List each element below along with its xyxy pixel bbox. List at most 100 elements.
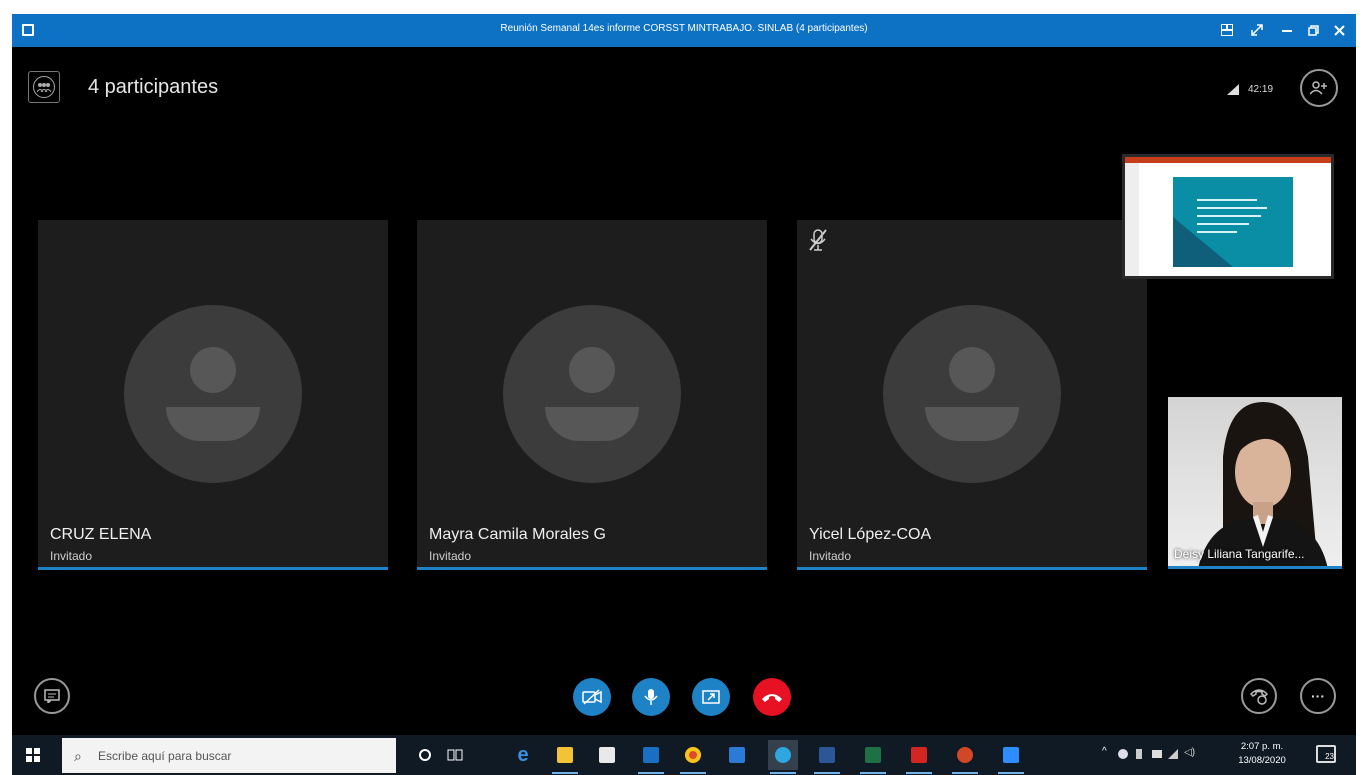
- acrobat-button[interactable]: [904, 740, 934, 774]
- minimize-icon: [1282, 30, 1292, 32]
- participant-name: Mayra Camila Morales G: [429, 526, 606, 543]
- volume-icon[interactable]: ◁): [1184, 747, 1195, 758]
- self-video-image: [1198, 402, 1328, 569]
- participant-role: Invitado: [50, 549, 93, 563]
- camera-off-icon: [582, 689, 602, 705]
- search-icon: ⌕: [74, 748, 82, 764]
- word-button[interactable]: [812, 740, 842, 774]
- microphone-icon: [644, 689, 658, 705]
- clock-date: 13/08/2020: [1238, 755, 1286, 766]
- slide-preview: [1173, 177, 1293, 267]
- powerpoint-icon: [957, 747, 973, 763]
- start-button[interactable]: [26, 748, 40, 762]
- share-content-button[interactable]: [692, 678, 730, 716]
- microphone-button[interactable]: [632, 678, 670, 716]
- task-view-button[interactable]: [440, 740, 470, 770]
- edge-button[interactable]: e: [508, 740, 538, 770]
- call-controls-button[interactable]: [1300, 69, 1338, 107]
- expand-icon: [1251, 24, 1263, 36]
- file-explorer-icon: [557, 747, 573, 763]
- self-name: Deisy Liliana Tangarife...: [1174, 547, 1305, 561]
- participants-button[interactable]: [28, 71, 60, 103]
- outlook-icon: [643, 747, 659, 763]
- chrome-icon: [685, 747, 701, 763]
- skype-meeting-window: Reunión Semanal 14es informe CORSST MINT…: [12, 14, 1356, 775]
- ellipsis-icon: ···: [1311, 688, 1325, 704]
- avatar-placeholder: [883, 305, 1061, 483]
- restore-icon: [1307, 24, 1319, 36]
- call-quality-icon: [1227, 84, 1239, 95]
- tile-underline: [797, 567, 1147, 570]
- cortana-button[interactable]: [410, 740, 440, 770]
- participants-count: 4 participantes: [88, 76, 219, 98]
- chat-icon: [44, 689, 60, 703]
- restore-button[interactable]: [1302, 19, 1324, 41]
- taskbar-clock[interactable]: 2:07 p. m. 13/08/2020: [1232, 740, 1292, 768]
- network-icon[interactable]: [1168, 749, 1178, 759]
- tile-underline: [38, 567, 388, 570]
- layout-button[interactable]: [1216, 19, 1238, 41]
- share-screen-icon: [702, 690, 720, 704]
- mail-icon: [729, 747, 745, 763]
- tray-overflow-icon[interactable]: ^: [1102, 746, 1112, 757]
- excel-button[interactable]: [858, 740, 888, 774]
- mic-muted-icon: [807, 228, 829, 252]
- avatar-placeholder: [124, 305, 302, 483]
- clock-time: 2:07 p. m.: [1240, 741, 1284, 752]
- participant-role: Invitado: [429, 549, 472, 563]
- chat-button[interactable]: [34, 678, 70, 714]
- tile-underline: [417, 567, 767, 570]
- phone-settings-icon: [1249, 689, 1269, 705]
- call-devices-button[interactable]: [1241, 678, 1277, 714]
- powerpoint-button[interactable]: [950, 740, 980, 774]
- skype-icon: [775, 747, 791, 763]
- mail-button[interactable]: [722, 740, 752, 770]
- store-icon: [599, 747, 615, 763]
- layout-icon: [1221, 24, 1233, 36]
- participant-tile[interactable]: CRUZ ELENA Invitado: [38, 220, 388, 570]
- title-bar: Reunión Semanal 14es informe CORSST MINT…: [12, 14, 1356, 47]
- windows-taskbar: ⌕ Escribe aquí para buscar e ^ ◁) 2:07 p…: [12, 735, 1356, 775]
- edge-icon: e: [517, 743, 529, 766]
- close-icon: [1333, 24, 1345, 36]
- hang-up-icon: [762, 694, 782, 702]
- minimize-button[interactable]: [1276, 19, 1298, 41]
- battery-icon[interactable]: [1152, 750, 1162, 758]
- cloud-icon[interactable]: [1118, 749, 1128, 759]
- camera-button[interactable]: [573, 678, 611, 716]
- acrobat-icon: [911, 747, 927, 763]
- zoom-button[interactable]: [996, 740, 1026, 774]
- hang-up-button[interactable]: [753, 678, 791, 716]
- skype-button[interactable]: [768, 740, 798, 774]
- taskbar-search[interactable]: ⌕ Escribe aquí para buscar: [62, 738, 396, 773]
- chrome-button[interactable]: [678, 740, 708, 774]
- notifications-count: 23: [1325, 752, 1334, 761]
- store-button[interactable]: [592, 740, 622, 770]
- participant-tile[interactable]: Yicel López-COA Invitado: [797, 220, 1147, 570]
- participants-icon: [33, 76, 55, 98]
- close-button[interactable]: [1328, 19, 1350, 41]
- participant-name: Yicel López-COA: [809, 526, 932, 543]
- avatar-placeholder: [503, 305, 681, 483]
- excel-icon: [865, 747, 881, 763]
- people-plus-icon: [1310, 81, 1327, 95]
- cortana-icon: [419, 749, 431, 761]
- self-video-preview[interactable]: Deisy Liliana Tangarife...: [1168, 397, 1342, 569]
- outlook-button[interactable]: [636, 740, 666, 774]
- search-placeholder: Escribe aquí para buscar: [98, 749, 232, 763]
- word-icon: [819, 747, 835, 763]
- task-view-icon: [447, 749, 463, 761]
- participant-tile[interactable]: Mayra Camila Morales G Invitado: [417, 220, 767, 570]
- more-options-button[interactable]: ···: [1300, 678, 1336, 714]
- notifications-button[interactable]: 23: [1316, 745, 1336, 763]
- tile-underline: [1168, 566, 1342, 569]
- zoom-icon: [1003, 747, 1019, 763]
- shared-content-thumbnail[interactable]: [1122, 154, 1334, 279]
- participant-role: Invitado: [809, 549, 852, 563]
- file-explorer-button[interactable]: [550, 740, 580, 774]
- usb-icon[interactable]: [1136, 749, 1142, 759]
- call-timer: 42:19: [1248, 84, 1274, 95]
- window-title: Reunión Semanal 14es informe CORSST MINT…: [500, 23, 868, 34]
- fullscreen-button[interactable]: [1246, 19, 1268, 41]
- participant-name: CRUZ ELENA: [50, 526, 152, 543]
